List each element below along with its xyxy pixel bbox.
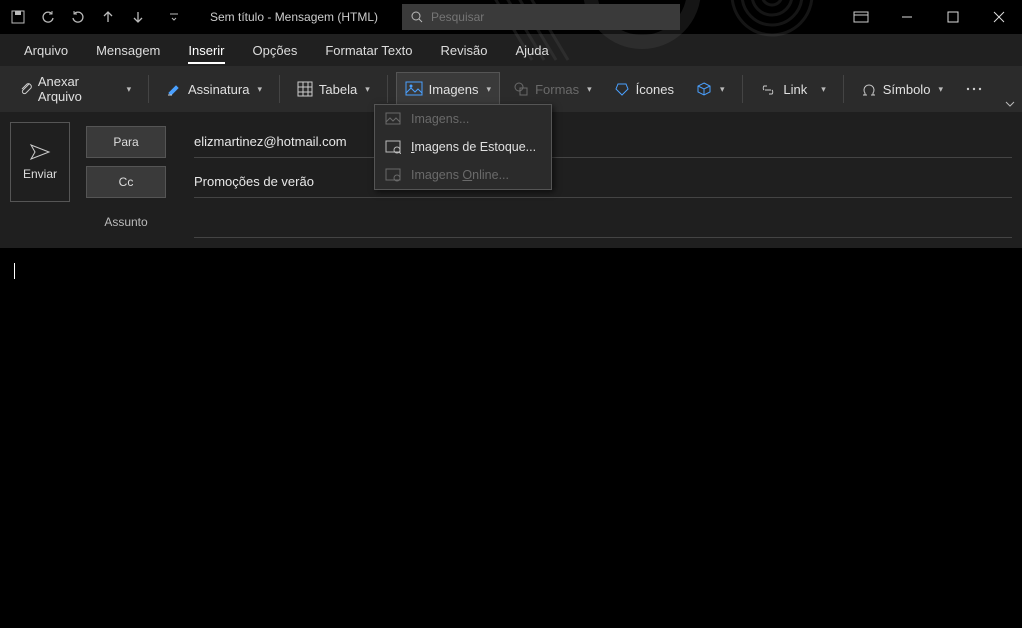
- undo-icon[interactable]: [40, 9, 56, 25]
- tab-arquivo[interactable]: Arquivo: [10, 37, 82, 66]
- ribbon-tabs: Arquivo Mensagem Inserir Opções Formatar…: [0, 34, 1022, 66]
- cc-button[interactable]: Cc: [86, 166, 166, 198]
- collapse-ribbon-button[interactable]: [1004, 100, 1016, 108]
- table-button[interactable]: Tabela ▾: [288, 72, 379, 106]
- chevron-down-icon: ▾: [938, 84, 943, 95]
- tab-formatar-texto[interactable]: Formatar Texto: [311, 37, 426, 66]
- maximize-button[interactable]: [930, 0, 976, 34]
- to-field-wrap: [194, 126, 1012, 158]
- picture-icon: [385, 111, 401, 127]
- cc-input[interactable]: [194, 174, 1012, 189]
- signature-label: Assinatura: [188, 82, 249, 97]
- send-button[interactable]: Enviar: [10, 122, 70, 202]
- chevron-down-icon: ▾: [365, 84, 370, 95]
- ellipsis-icon: [965, 86, 983, 92]
- separator: [387, 75, 388, 103]
- dropdown-label: Imagens Online...: [411, 168, 509, 182]
- text-cursor: [14, 263, 15, 279]
- dropdown-label: Imagens de Estoque...: [411, 140, 536, 154]
- symbol-button[interactable]: Símbolo ▾: [852, 72, 952, 106]
- chevron-down-icon: ▾: [127, 84, 132, 95]
- message-body[interactable]: [0, 248, 1022, 628]
- arrow-down-icon[interactable]: [130, 9, 146, 25]
- more-commands-button[interactable]: [956, 72, 992, 106]
- tab-inserir[interactable]: Inserir: [174, 37, 238, 66]
- arrow-up-icon[interactable]: [100, 9, 116, 25]
- dropdown-item-online[interactable]: Imagens Online...: [375, 161, 551, 189]
- icons-button[interactable]: Ícones: [605, 72, 683, 106]
- separator: [742, 75, 743, 103]
- shapes-button[interactable]: Formas ▾: [504, 72, 601, 106]
- dropdown-label: Imagens...: [411, 112, 469, 126]
- online-picture-icon: [385, 167, 401, 183]
- picture-icon: [405, 81, 423, 97]
- dropdown-item-estoque[interactable]: Imagens de Estoque...: [375, 133, 551, 161]
- cube-icon: [696, 81, 712, 97]
- stock-picture-icon: [385, 139, 401, 155]
- chevron-down-icon: ▾: [720, 84, 725, 95]
- chevron-down-icon: ▾: [821, 84, 826, 95]
- separator: [148, 75, 149, 103]
- omega-icon: [861, 81, 877, 97]
- signature-icon: [166, 81, 182, 97]
- separator: [843, 75, 844, 103]
- save-icon[interactable]: [10, 9, 26, 25]
- icons-icon: [614, 81, 630, 97]
- link-icon: [759, 83, 777, 95]
- link-button[interactable]: Link ▾: [750, 72, 834, 106]
- tab-revisao[interactable]: Revisão: [427, 37, 502, 66]
- subject-field-wrap: [194, 206, 1012, 238]
- minimize-button[interactable]: [884, 0, 930, 34]
- title-bar: Sem título - Mensagem (HTML): [0, 0, 1022, 34]
- send-icon: [29, 143, 51, 161]
- close-button[interactable]: [976, 0, 1022, 34]
- chevron-down-icon: [1004, 100, 1016, 108]
- table-label: Tabela: [319, 82, 357, 97]
- attach-file-button[interactable]: Anexar Arquivo ▾: [10, 72, 140, 106]
- shapes-icon: [513, 81, 529, 97]
- images-button[interactable]: Imagens ▾: [396, 72, 500, 106]
- to-button[interactable]: Para: [86, 126, 166, 158]
- search-input[interactable]: [431, 10, 672, 24]
- ribbon-display-options[interactable]: [838, 0, 884, 34]
- table-icon: [297, 81, 313, 97]
- attach-file-label: Anexar Arquivo: [38, 74, 119, 104]
- images-label: Imagens: [429, 82, 479, 97]
- symbol-label: Símbolo: [883, 82, 931, 97]
- to-input[interactable]: [194, 134, 1012, 149]
- signature-button[interactable]: Assinatura ▾: [157, 72, 271, 106]
- chevron-down-icon: ▾: [257, 84, 262, 95]
- separator: [279, 75, 280, 103]
- chevron-down-icon: ▾: [587, 84, 592, 95]
- 3d-models-button[interactable]: ▾: [687, 72, 734, 106]
- dropdown-item-imagens[interactable]: Imagens...: [375, 105, 551, 133]
- tab-mensagem[interactable]: Mensagem: [82, 37, 174, 66]
- tab-opcoes[interactable]: Opções: [239, 37, 312, 66]
- qat-customize-icon[interactable]: [166, 9, 182, 25]
- link-label: Link: [783, 82, 807, 97]
- icons-label: Ícones: [636, 82, 674, 97]
- window-title: Sem título - Mensagem (HTML): [210, 10, 378, 24]
- subject-input[interactable]: [194, 214, 1012, 229]
- paperclip-icon: [19, 81, 32, 97]
- subject-label: Assunto: [86, 215, 166, 229]
- shapes-label: Formas: [535, 82, 579, 97]
- send-label: Enviar: [23, 167, 57, 181]
- cc-field-wrap: [194, 166, 1012, 198]
- search-box[interactable]: [402, 4, 680, 30]
- tab-ajuda[interactable]: Ajuda: [501, 37, 562, 66]
- redo-icon[interactable]: [70, 9, 86, 25]
- images-dropdown-menu: Imagens... Imagens de Estoque... Imagens…: [374, 104, 552, 190]
- chevron-down-icon: ▾: [487, 84, 492, 95]
- search-icon: [410, 10, 423, 24]
